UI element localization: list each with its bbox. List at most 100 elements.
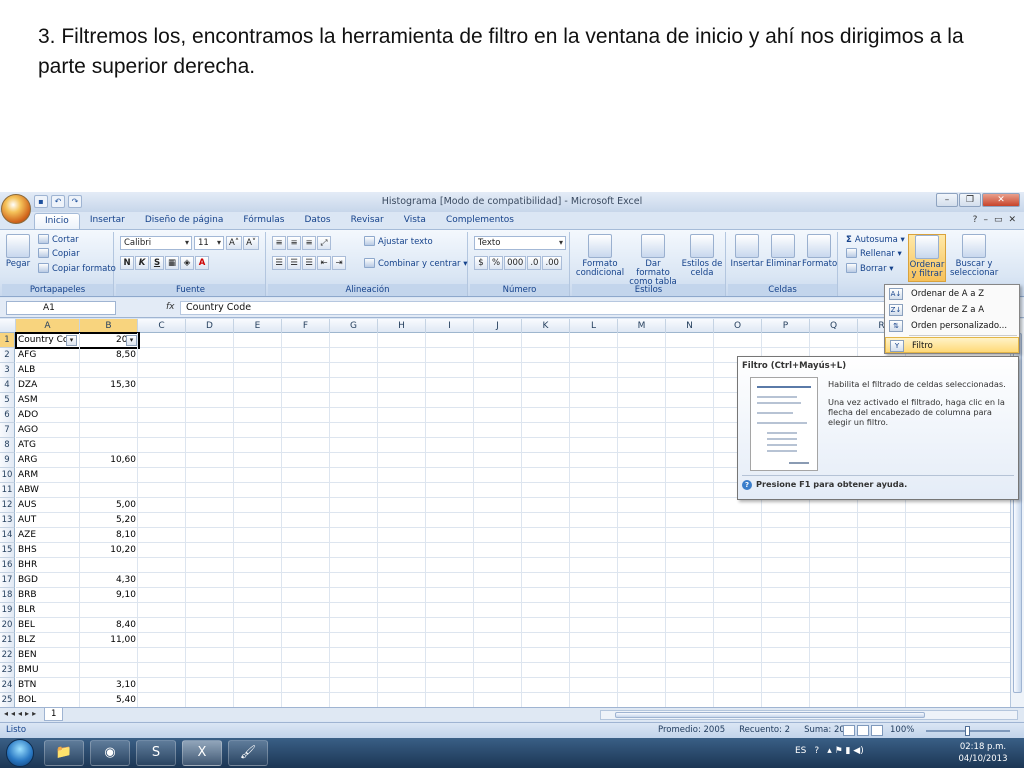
restore-icon[interactable]: ❐ [959,193,981,207]
cell-country-code[interactable]: BEL [18,618,35,633]
shrink-font-icon[interactable]: A˅ [243,236,260,250]
percent-button[interactable]: % [489,256,504,270]
column-header-f[interactable]: F [282,319,330,333]
font-color-icon[interactable]: A [195,256,210,270]
increase-decimal-icon[interactable]: .0 [527,256,542,270]
row-header[interactable]: 13 [0,513,15,528]
menu-sort-za[interactable]: Z↓ Ordenar de Z a A [885,302,1019,318]
column-header-n[interactable]: N [666,319,714,333]
cell-country-code[interactable]: BGD [18,573,38,588]
name-box[interactable]: A1 [6,301,116,315]
row-header[interactable]: 5 [0,393,15,408]
row-header[interactable]: 12 [0,498,15,513]
currency-button[interactable]: $ [474,256,488,270]
tab-vista[interactable]: Vista [394,213,436,230]
bold-button[interactable]: N [120,256,134,270]
cell-styles-button[interactable]: Estilos de celda [680,234,724,278]
column-header-c[interactable]: C [138,319,186,333]
ribbon-minimize-icon[interactable]: – [983,215,988,225]
help-tray-icon[interactable]: ? [814,746,819,756]
tab-diseno-pagina[interactable]: Diseño de página [135,213,234,230]
decrease-decimal-icon[interactable]: .00 [542,256,562,270]
row-header[interactable]: 19 [0,603,15,618]
cell-country-code[interactable]: ATG [18,438,36,453]
tab-datos[interactable]: Datos [294,213,340,230]
cell-country-code[interactable]: ARM [18,468,38,483]
select-all-corner[interactable] [0,319,16,333]
ribbon-close-icon[interactable]: ✕ [1008,215,1016,225]
normal-view-icon[interactable] [843,725,855,736]
format-painter-button[interactable]: Copiar formato [38,263,116,276]
menu-sort-az[interactable]: A↓ Ordenar de A a Z [885,286,1019,302]
paint-taskbar-icon[interactable]: 🖌 [228,740,268,766]
horizontal-scroll-thumb[interactable] [615,712,925,718]
horizontal-scrollbar[interactable] [600,710,1018,720]
cell-country-code[interactable]: ABW [18,483,39,498]
close-icon[interactable]: ✕ [982,193,1020,207]
cell-country-code[interactable]: BLZ [18,633,35,648]
row-header[interactable]: 11 [0,483,15,498]
row-header[interactable]: 1 [0,333,15,348]
row-header[interactable]: 9 [0,453,15,468]
sheet-tab[interactable]: 1 [44,708,64,721]
clock[interactable]: 02:18 p.m. 04/10/2013 [953,741,1013,765]
cell-value[interactable]: 4,30 [82,573,136,588]
cell-country-code[interactable]: AUT [18,513,36,528]
column-header-b[interactable]: B [80,319,138,333]
cell-value[interactable]: 3,10 [82,678,136,693]
cell-country-code[interactable]: BRB [18,588,37,603]
row-header[interactable]: 15 [0,543,15,558]
align-center-icon[interactable]: ☰ [287,256,301,270]
column-header-l[interactable]: L [570,319,618,333]
row-header[interactable]: 3 [0,363,15,378]
cell-country-code[interactable]: BEN [18,648,37,663]
wrap-text-button[interactable]: Ajustar texto [364,236,433,249]
cell-country-code[interactable]: BMU [18,663,39,678]
align-middle-icon[interactable]: ≡ [287,236,301,250]
increase-indent-icon[interactable]: ⇥ [332,256,346,270]
align-left-icon[interactable]: ☰ [272,256,286,270]
column-header-p[interactable]: P [762,319,810,333]
cell-value[interactable]: 9,10 [82,588,136,603]
tab-inicio[interactable]: Inicio [34,213,80,230]
cell-value[interactable]: 15,30 [82,378,136,393]
clear-button[interactable]: Borrar ▾ [846,263,894,276]
row-header[interactable]: 14 [0,528,15,543]
cell-value[interactable]: 8,40 [82,618,136,633]
cell-country-code[interactable]: ARG [18,453,37,468]
orientation-icon[interactable]: ⤢ [317,236,331,250]
underline-button[interactable]: S [150,256,164,270]
font-size-select[interactable]: 11 [194,236,224,250]
format-cells-button[interactable]: Formato [802,234,837,269]
cell-value[interactable]: 8,10 [82,528,136,543]
row-header[interactable]: 10 [0,468,15,483]
decrease-indent-icon[interactable]: ⇤ [317,256,331,270]
cell-country-code[interactable]: ADO [18,408,38,423]
number-format-select[interactable]: Texto [474,236,566,250]
fill-button[interactable]: Rellenar ▾ [846,248,902,261]
row-header[interactable]: 2 [0,348,15,363]
row-header[interactable]: 17 [0,573,15,588]
font-name-select[interactable]: Calibri [120,236,192,250]
column-header-i[interactable]: I [426,319,474,333]
column-header-o[interactable]: O [714,319,762,333]
copy-button[interactable]: Copiar [38,248,80,261]
cell-country-code[interactable]: DZA [18,378,37,393]
row-header[interactable]: 18 [0,588,15,603]
cell-country-code[interactable]: ASM [18,393,38,408]
cell-country-code[interactable]: ALB [18,363,35,378]
tab-complementos[interactable]: Complementos [436,213,524,230]
column-header-e[interactable]: E [234,319,282,333]
cell-value[interactable]: 8,50 [82,348,136,363]
row-header[interactable]: 6 [0,408,15,423]
column-header-d[interactable]: D [186,319,234,333]
page-layout-view-icon[interactable] [857,725,869,736]
cell-value[interactable]: 10,60 [82,453,136,468]
cell-country-code[interactable]: BHR [18,558,37,573]
column-header-a[interactable]: A [16,319,80,333]
explorer-taskbar-icon[interactable]: 📁 [44,740,84,766]
office-button[interactable] [1,194,31,224]
format-as-table-button[interactable]: Dar formato como tabla [628,234,678,287]
help-icon[interactable]: ? [973,215,978,225]
find-select-button[interactable]: Buscar y seleccionar [950,234,998,278]
